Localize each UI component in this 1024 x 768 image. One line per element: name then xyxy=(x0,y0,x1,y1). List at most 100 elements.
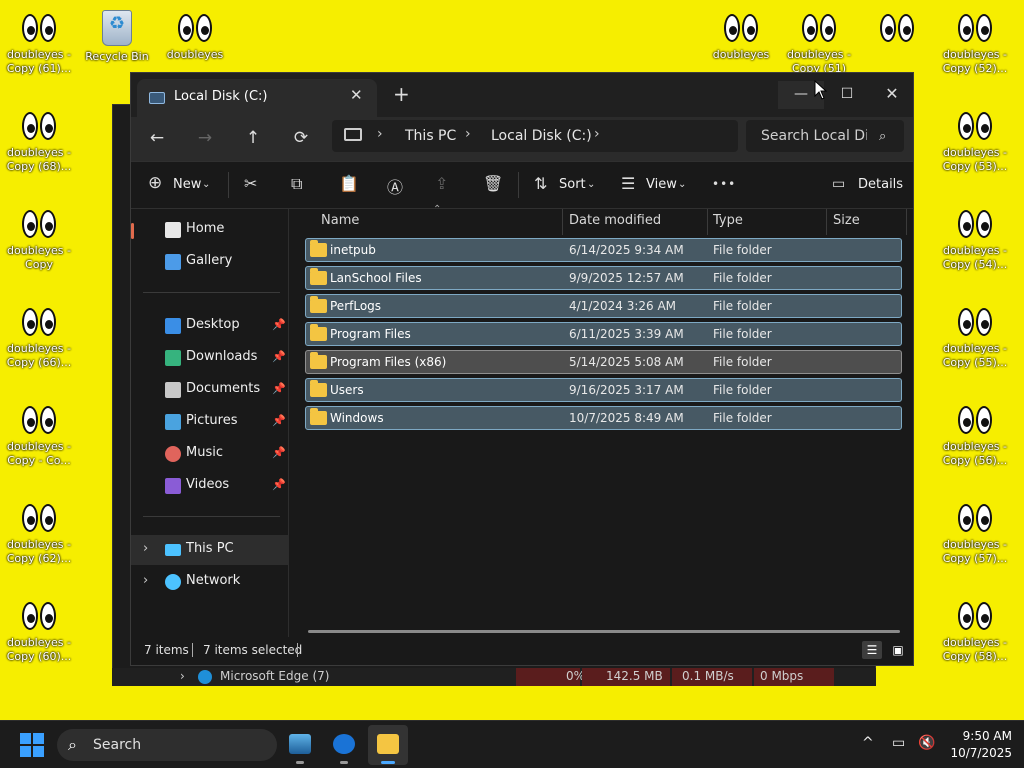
new-button[interactable]: New xyxy=(173,177,201,192)
taskbar-app-file-explorer[interactable] xyxy=(368,725,408,765)
sort-button[interactable]: Sort xyxy=(559,177,586,192)
tab-close-button[interactable]: ✕ xyxy=(350,86,363,104)
breadcrumb-this-pc[interactable]: This PC xyxy=(405,128,456,144)
desktop-icon[interactable]: doubleyes - Copy (51) xyxy=(780,14,858,76)
delete-icon[interactable]: 🗑 xyxy=(483,174,503,193)
search-input[interactable]: Search Local Dis xyxy=(761,128,867,144)
desktop-icon[interactable]: doubleyes - Copy (68)... xyxy=(0,112,78,174)
view-button[interactable]: View xyxy=(646,177,677,192)
start-button[interactable] xyxy=(20,733,44,757)
desktop-icon[interactable]: doubleyes - Copy (61)... xyxy=(0,14,78,76)
column-header-size[interactable]: Size xyxy=(833,213,860,228)
table-row[interactable]: PerfLogs 4/1/2024 3:26 AM File folder xyxy=(305,294,902,318)
column-divider[interactable] xyxy=(562,209,563,235)
address-bar[interactable]: › This PC › Local Disk (C:) › xyxy=(332,120,738,152)
network-icon[interactable]: ▭ xyxy=(892,735,905,751)
pin-icon[interactable]: 📌 xyxy=(272,382,286,395)
desktop-icon[interactable] xyxy=(858,14,936,48)
taskbar-app-task-manager[interactable] xyxy=(280,725,320,765)
pin-icon[interactable]: 📌 xyxy=(272,446,286,459)
desktop-icon[interactable]: doubleyes - Copy (52)... xyxy=(936,14,1014,76)
volume-muted-icon[interactable]: 🔇 xyxy=(918,735,935,751)
desktop-icon[interactable]: doubleyes - Copy (57)... xyxy=(936,504,1014,566)
title-bar[interactable]: Local Disk (C:) ✕ + — ☐ ✕ xyxy=(131,73,913,117)
sidebar-item-pictures[interactable]: Pictures 📌 xyxy=(131,407,289,437)
chevron-down-icon[interactable]: ⌄ xyxy=(202,179,210,190)
clock-date[interactable]: 10/7/2025 xyxy=(944,746,1012,760)
new-plus-icon[interactable]: ⊕ xyxy=(148,173,162,193)
refresh-button[interactable]: ⟳ xyxy=(287,127,315,151)
details-button[interactable]: Details xyxy=(858,177,903,192)
pin-icon[interactable]: 📌 xyxy=(272,318,286,331)
desktop-icon[interactable]: doubleyes - Copy (62)... xyxy=(0,504,78,566)
pin-icon[interactable]: 📌 xyxy=(272,414,286,427)
desktop-icon[interactable]: doubleyes - Copy (55)... xyxy=(936,308,1014,370)
desktop-icon[interactable]: doubleyes - Copy (66)... xyxy=(0,308,78,370)
desktop-icon[interactable]: doubleyes - Copy (54)... xyxy=(936,210,1014,272)
chevron-down-icon[interactable]: ⌄ xyxy=(587,179,595,190)
desktop-icon[interactable]: doubleyes - Copy - Co... xyxy=(0,406,78,468)
table-row[interactable]: inetpub 6/14/2025 9:34 AM File folder xyxy=(305,238,902,262)
file-explorer-window[interactable]: Local Disk (C:) ✕ + — ☐ ✕ ← → ↑ ⟳ › This… xyxy=(130,72,914,666)
details-pane-icon[interactable]: ▭ xyxy=(832,176,845,192)
table-row[interactable]: Windows 10/7/2025 8:49 AM File folder xyxy=(305,406,902,430)
rename-icon[interactable]: Ⓐ xyxy=(387,174,403,198)
sidebar-item-home[interactable]: Home xyxy=(131,215,289,245)
desktop-icon[interactable]: doubleyes xyxy=(702,14,780,62)
search-box[interactable]: Search Local Dis ⌕ xyxy=(746,120,904,152)
table-row[interactable]: LanSchool Files 9/9/2025 12:57 AM File fol… xyxy=(305,266,902,290)
column-header-name[interactable]: Name xyxy=(321,213,359,228)
share-icon[interactable]: ⇪ xyxy=(435,174,448,193)
tiles-view-button[interactable]: ▣ xyxy=(888,641,908,659)
sidebar-item-downloads[interactable]: Downloads 📌 xyxy=(131,343,289,373)
expand-chevron-icon[interactable]: › xyxy=(143,541,148,556)
horizontal-scrollbar[interactable] xyxy=(308,630,900,633)
close-button[interactable]: ✕ xyxy=(869,81,915,109)
column-header-type[interactable]: Type xyxy=(713,213,743,228)
sidebar-item-music[interactable]: Music 📌 xyxy=(131,439,289,469)
desktop-icon-recycle-bin[interactable]: Recycle Bin xyxy=(78,10,156,64)
column-divider[interactable] xyxy=(906,209,907,235)
clock-time[interactable]: 9:50 AM xyxy=(952,729,1012,743)
pin-icon[interactable]: 📌 xyxy=(272,478,286,491)
sidebar-item-network[interactable]: › Network xyxy=(131,567,289,597)
taskbar-app-ie[interactable] xyxy=(324,725,364,765)
background-process-row[interactable]: › Microsoft Edge (7) 0% 142.5 MB 0.1 MB/… xyxy=(112,668,876,686)
table-row[interactable]: Users 9/16/2025 3:17 AM File folder xyxy=(305,378,902,402)
desktop-icon[interactable]: doubleyes - Copy xyxy=(0,210,78,272)
details-view-button[interactable]: ☰ xyxy=(862,641,882,659)
table-row[interactable]: Program Files (x86) 5/14/2025 5:08 AM File… xyxy=(305,350,902,374)
forward-button[interactable]: → xyxy=(191,127,219,151)
maximize-button[interactable]: ☐ xyxy=(824,81,870,109)
sidebar-item-gallery[interactable]: Gallery xyxy=(131,247,289,277)
sidebar-item-documents[interactable]: Documents 📌 xyxy=(131,375,289,405)
desktop-icon[interactable]: doubleyes xyxy=(156,14,234,62)
chevron-right-icon[interactable]: › xyxy=(465,126,471,142)
desktop-icon[interactable]: doubleyes - Copy (53)... xyxy=(936,112,1014,174)
copy-icon[interactable]: ⧉ xyxy=(291,174,302,194)
desktop-icon[interactable]: doubleyes - Copy (60)... xyxy=(0,602,78,664)
chevron-right-icon[interactable]: › xyxy=(377,126,383,142)
column-header-date[interactable]: Date modified xyxy=(569,213,661,228)
back-button[interactable]: ← xyxy=(143,127,171,151)
cut-icon[interactable]: ✂ xyxy=(244,174,257,193)
expand-chevron-icon[interactable]: › xyxy=(180,669,185,683)
pin-icon[interactable]: 📌 xyxy=(272,350,286,363)
view-icon[interactable]: ☰ xyxy=(621,174,635,193)
sidebar-item-desktop[interactable]: Desktop 📌 xyxy=(131,311,289,341)
chevron-down-icon[interactable]: ⌄ xyxy=(678,179,686,190)
more-options-icon[interactable]: ••• xyxy=(712,177,736,191)
new-tab-button[interactable]: + xyxy=(393,82,410,106)
breadcrumb-local-disk[interactable]: Local Disk (C:) xyxy=(491,128,592,144)
column-divider[interactable] xyxy=(707,209,708,235)
expand-chevron-icon[interactable]: › xyxy=(143,573,148,588)
desktop-icon[interactable]: doubleyes - Copy (56)... xyxy=(936,406,1014,468)
taskbar-search[interactable]: ⌕ Search xyxy=(57,729,277,761)
file-list[interactable]: ⌃ Name Date modified Type Size inetpub 6/… xyxy=(290,204,913,637)
sidebar-item-this-pc[interactable]: › This PC xyxy=(131,535,289,565)
chevron-right-icon[interactable]: › xyxy=(594,126,600,142)
desktop-icon[interactable]: doubleyes - Copy (58)... xyxy=(936,602,1014,664)
chevron-up-icon[interactable]: ^ xyxy=(862,735,874,751)
tab-local-disk[interactable]: Local Disk (C:) ✕ xyxy=(137,79,377,117)
table-row[interactable]: Program Files 6/11/2025 3:39 AM File folde… xyxy=(305,322,902,346)
